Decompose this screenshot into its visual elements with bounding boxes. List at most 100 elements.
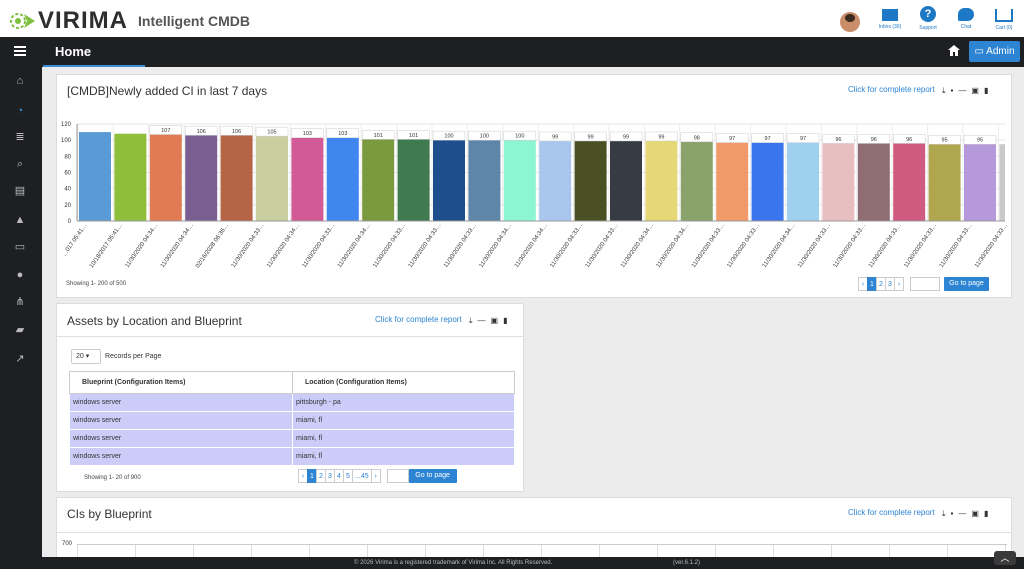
chat-button[interactable]: Chat	[952, 6, 980, 30]
maximize-icon[interactable]: ▣	[491, 316, 499, 326]
table-row[interactable]: windows server pittsburgh - pa	[69, 393, 515, 412]
x-tick-label: 11/30/2020 04:33…	[302, 223, 337, 269]
goto-page-button[interactable]: Go to page	[408, 469, 457, 483]
page-next[interactable]: ›	[894, 277, 904, 291]
hamburger-menu-icon[interactable]	[14, 46, 26, 56]
save-icon[interactable]: ▪	[951, 509, 954, 519]
data-label: 97	[800, 136, 806, 142]
bar	[822, 143, 855, 221]
sidebar-list-icon[interactable]: ▤	[13, 185, 27, 197]
sidebar-monitor-icon[interactable]: ▭	[13, 241, 27, 253]
bar	[928, 144, 961, 221]
bar	[787, 142, 819, 221]
y-tick-label: 120	[61, 122, 72, 128]
panel-cis-by-blueprint: CIs by Blueprint Click for complete repo…	[56, 497, 1012, 563]
cart-button[interactable]: Cart (0)	[990, 6, 1018, 31]
admin-button[interactable]: ▭ Admin	[969, 41, 1020, 62]
bar	[291, 137, 324, 221]
scroll-top-button[interactable]: ︿	[994, 551, 1016, 565]
avatar[interactable]	[840, 12, 860, 32]
copyright-text: © 2026 Virima is a registered trademark …	[354, 560, 553, 566]
table-header-row: Blueprint (Configuration Items) Location…	[69, 371, 515, 394]
table-row[interactable]: windows server miami, fl	[69, 429, 515, 448]
column-header[interactable]: Blueprint (Configuration Items)	[69, 371, 293, 394]
delete-icon[interactable]: ▮	[503, 316, 507, 326]
x-tick-label: 11/30/2020 04:34…	[266, 223, 301, 269]
minimize-icon[interactable]: —	[958, 509, 966, 519]
data-label: 100	[480, 134, 489, 140]
download-icon[interactable]: ⤓	[942, 509, 946, 519]
goto-page-button[interactable]: Go to page	[944, 277, 989, 291]
x-tick-label: 11/30/2020 04:33…	[372, 223, 407, 269]
sidebar-home-icon[interactable]: ⌂	[13, 75, 27, 87]
sidebar-book-icon[interactable]: ▰	[13, 324, 27, 336]
data-label: 106	[197, 129, 206, 135]
support-button[interactable]: ? Support	[914, 6, 942, 31]
laptop-icon: ▭	[974, 46, 987, 57]
panel-actions: ⤓ ▪ — ▣ ▮	[942, 509, 988, 519]
bar	[964, 144, 996, 221]
cart-icon	[995, 9, 1013, 22]
table-cell: miami, fl	[292, 411, 515, 430]
data-label: 99	[552, 134, 558, 140]
minimize-icon[interactable]: —	[478, 316, 486, 326]
mail-icon	[882, 9, 898, 21]
virima-logo[interactable]: VIRIMA Intelligent CMDB	[8, 7, 250, 35]
chat-icon	[958, 8, 974, 21]
y-tick-label: 100	[61, 138, 72, 144]
bar	[539, 140, 572, 221]
table-cell: windows server	[69, 411, 293, 430]
bar	[114, 133, 147, 221]
complete-report-link[interactable]: Click for complete report	[848, 508, 935, 517]
chevron-up-icon: ︿	[1000, 553, 1010, 563]
sidebar-database-icon[interactable]: ≣	[13, 131, 27, 143]
sidebar-chart-icon[interactable]: ↗	[13, 353, 27, 365]
bar	[362, 139, 395, 221]
maximize-icon[interactable]: ▣	[971, 509, 979, 519]
data-label: 96	[871, 137, 877, 143]
records-select[interactable]: 20 ▾	[71, 349, 101, 364]
sidebar: ⌂ ◔ ≣ ⌕ ▤ ▲ ▭ ● ⋔ ▰ ↗	[0, 67, 42, 569]
x-tick-label: 11/30/2020 04:34…	[762, 223, 797, 269]
x-tick-label: 11/30/2020 04:34…	[337, 223, 372, 269]
inbox-button[interactable]: Inbox (30)	[876, 6, 904, 30]
bar	[397, 139, 430, 221]
x-tick-label: …017 05:41…	[62, 223, 89, 258]
bar	[256, 136, 288, 221]
assets-table: Blueprint (Configuration Items) Location…	[69, 371, 515, 466]
page-next[interactable]: ›	[370, 469, 381, 483]
complete-report-link[interactable]: Click for complete report	[375, 315, 462, 324]
goto-page-input[interactable]	[386, 469, 409, 483]
panel-divider	[57, 532, 1011, 533]
column-header[interactable]: Location (Configuration Items)	[292, 371, 515, 394]
panel-divider	[57, 336, 523, 337]
table-row[interactable]: windows server miami, fl	[69, 411, 515, 430]
nav-bar: Home ▭ Admin	[0, 37, 1024, 67]
sidebar-user-icon[interactable]: ●	[13, 269, 27, 281]
panel-actions: ⤓ — ▣ ▮	[469, 316, 508, 326]
data-label: 100	[444, 134, 453, 140]
table-row[interactable]: windows server miami, fl	[69, 447, 515, 466]
bar	[149, 134, 182, 221]
bar	[751, 142, 784, 221]
sidebar-discovery-icon[interactable]: ⌕	[13, 158, 27, 170]
sidebar-dashboard-icon[interactable]: ◔	[13, 105, 27, 117]
records-value: 20	[76, 353, 84, 360]
data-label: 106	[232, 129, 241, 135]
home-icon[interactable]	[948, 45, 960, 59]
goto-page-input[interactable]	[910, 277, 940, 291]
data-label: 99	[623, 134, 629, 140]
sidebar-alert-icon[interactable]: ▲	[13, 214, 27, 226]
sidebar-hierarchy-icon[interactable]: ⋔	[13, 296, 27, 308]
bar	[574, 140, 607, 221]
download-icon[interactable]: ⤓	[469, 316, 473, 326]
tab-home[interactable]: Home	[43, 37, 145, 67]
page-last[interactable]: ...45	[352, 469, 372, 483]
bar	[610, 140, 642, 221]
x-tick-label: 11/30/2020 04:33…	[726, 223, 761, 269]
bar	[716, 142, 749, 221]
logo-mark-icon	[8, 10, 36, 32]
delete-icon[interactable]: ▮	[984, 509, 988, 519]
data-label: 107	[161, 128, 170, 134]
bar	[326, 137, 359, 221]
